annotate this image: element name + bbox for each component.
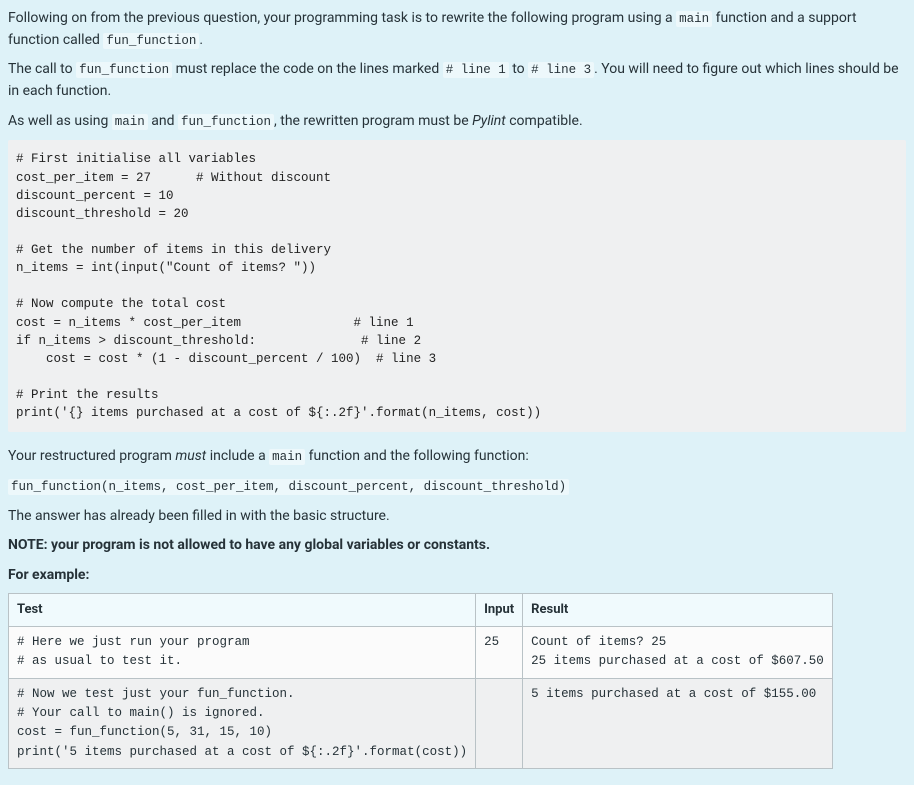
- paragraph-prefill: The answer has already been filled in wi…: [8, 506, 906, 528]
- paragraph-requirement: Your restructured program must include a…: [8, 446, 906, 468]
- text: to: [509, 61, 528, 77]
- code-signature: fun_function(n_items, cost_per_item, dis…: [8, 479, 569, 495]
- header-input: Input: [476, 593, 523, 626]
- code-fun-function: fun_function: [76, 62, 172, 78]
- code-main: main: [112, 114, 148, 130]
- cell-test: # Here we just run your program # as usu…: [9, 626, 476, 678]
- code-block-original: # First initialise all variables cost_pe…: [8, 140, 906, 432]
- code-line-3: # line 3: [528, 62, 594, 78]
- code-fun-function: fun_function: [103, 33, 199, 49]
- code-main: main: [676, 11, 712, 27]
- text: must replace the code on the lines marke…: [172, 61, 443, 77]
- code-main: main: [269, 449, 305, 465]
- text: and: [148, 113, 178, 129]
- code-line-1: # line 1: [443, 62, 509, 78]
- text: include a: [206, 448, 269, 464]
- text: .: [199, 32, 203, 48]
- text: compatible.: [506, 113, 583, 129]
- emphasis-must: must: [175, 448, 206, 464]
- text: function and the following function:: [305, 448, 529, 464]
- paragraph-intro-2: The call to fun_function must replace th…: [8, 59, 906, 102]
- cell-input: 25: [476, 626, 523, 678]
- paragraph-intro-1: Following on from the previous question,…: [8, 8, 906, 51]
- code-fun-function: fun_function: [178, 114, 274, 130]
- header-result: Result: [523, 593, 833, 626]
- function-signature: fun_function(n_items, cost_per_item, dis…: [8, 476, 906, 498]
- cell-result: Count of items? 25 25 items purchased at…: [523, 626, 833, 678]
- for-example-label: For example:: [8, 565, 906, 587]
- table-header-row: Test Input Result: [9, 593, 833, 626]
- cell-test: # Now we test just your fun_function. # …: [9, 678, 476, 769]
- example-table: Test Input Result # Here we just run you…: [8, 593, 833, 769]
- text: , the rewritten program must be: [274, 113, 472, 129]
- cell-result: 5 items purchased at a cost of $155.00: [523, 678, 833, 769]
- question-container: Following on from the previous question,…: [0, 0, 914, 785]
- pylint-label: Pylint: [472, 113, 506, 129]
- table-row: # Now we test just your fun_function. # …: [9, 678, 833, 769]
- cell-input: [476, 678, 523, 769]
- paragraph-intro-3: As well as using main and fun_function, …: [8, 111, 906, 133]
- text: Following on from the previous question,…: [8, 10, 676, 26]
- header-test: Test: [9, 593, 476, 626]
- text: Your restructured program: [8, 448, 175, 464]
- note-no-globals: NOTE: your program is not allowed to hav…: [8, 535, 906, 557]
- text: The call to: [8, 61, 76, 77]
- table-row: # Here we just run your program # as usu…: [9, 626, 833, 678]
- text: As well as using: [8, 113, 112, 129]
